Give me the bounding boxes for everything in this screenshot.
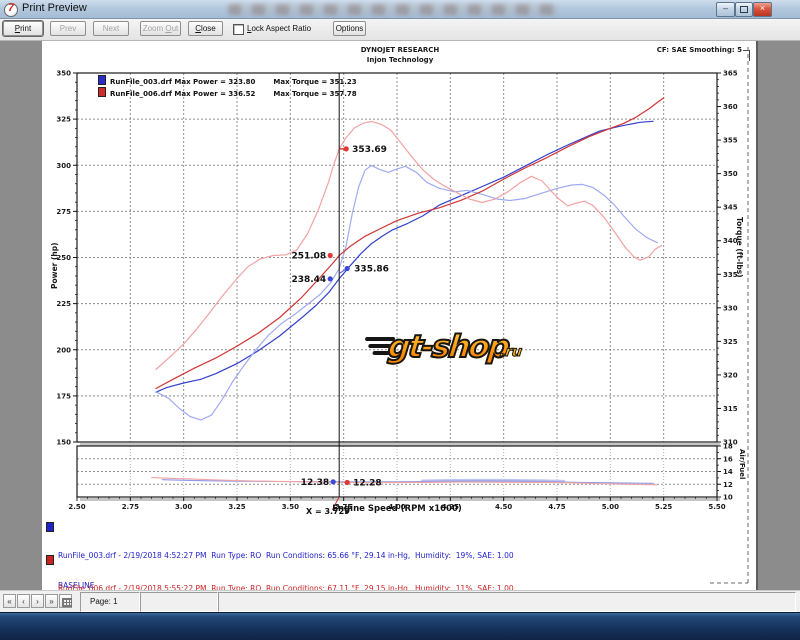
svg-text:200: 200 <box>56 346 71 354</box>
svg-text:315: 315 <box>723 405 738 413</box>
print-button[interactable]: Print <box>3 21 43 36</box>
goto-page-button[interactable] <box>59 594 72 608</box>
page-indicator: Page: 1 <box>90 597 118 606</box>
svg-text:2.50: 2.50 <box>68 503 85 511</box>
print-label: rint <box>20 24 32 33</box>
svg-text:225: 225 <box>56 300 71 308</box>
taskbar: e 7 ▲ <box>0 612 800 640</box>
svg-text:320: 320 <box>723 371 738 379</box>
run-swatch-red <box>46 555 54 565</box>
af-axis-title: Air/Fuel <box>738 449 746 480</box>
zoom-out-button[interactable]: Zoom Out <box>140 21 181 36</box>
minimize-button[interactable]: – <box>716 2 735 17</box>
legend-row-runfile006: RunFile_006.drf Max Power = 336.52 Max To… <box>98 87 357 98</box>
status-panel <box>218 592 796 612</box>
svg-text:275: 275 <box>56 208 71 216</box>
toolbar: Print Prev Next Zoom Out Close Lock Aspe… <box>0 19 800 41</box>
legend-swatch-red <box>98 87 106 97</box>
title-bar[interactable]: 7 Print Preview – × <box>0 0 800 19</box>
watermark-text: gt-shop <box>385 328 511 366</box>
torque-axis-title: Torque (ft-lbs) <box>735 217 744 278</box>
runfile_003-torque-curve <box>155 164 658 421</box>
svg-text:14: 14 <box>723 468 733 476</box>
first-page-button[interactable]: « <box>3 594 16 608</box>
svg-text:12.28: 12.28 <box>353 478 381 488</box>
svg-text:330: 330 <box>723 304 738 312</box>
lock-aspect-label: Lock Aspect Ratio <box>247 24 311 33</box>
legend-row-runfile003: RunFile_003.drf Max Power = 323.80 Max To… <box>98 75 357 86</box>
options-button[interactable]: Options <box>333 21 366 36</box>
gridlines <box>77 73 717 497</box>
legend-swatch-blue <box>98 75 106 85</box>
restore-button[interactable] <box>735 2 753 17</box>
zoom-out-label-rest: ut <box>171 24 179 33</box>
svg-text:4.75: 4.75 <box>548 503 565 511</box>
svg-text:350: 350 <box>723 170 738 178</box>
close-preview-button[interactable]: Close <box>188 21 223 36</box>
svg-text:353.69: 353.69 <box>352 145 387 155</box>
window-title: Print Preview <box>22 2 87 14</box>
svg-text:3.00: 3.00 <box>175 503 192 511</box>
svg-text:360: 360 <box>723 103 738 111</box>
legend-text: RunFile_006.drf Max Power = 336.52 <box>110 90 256 98</box>
run-swatch-blue <box>46 522 54 532</box>
print-preview-window: 7 Print Preview – × Print Prev Next Zoom… <box>0 0 800 640</box>
legend: RunFile_003.drf Max Power = 323.80 Max To… <box>98 75 357 98</box>
close-window-button[interactable]: × <box>753 2 772 17</box>
app-icon: 7 <box>4 2 18 17</box>
value-markers: 353.69 251.08 335.86 238.44 12.38 12.28 <box>291 145 388 489</box>
svg-text:365: 365 <box>723 70 738 78</box>
svg-text:16: 16 <box>723 455 733 463</box>
svg-text:5.50: 5.50 <box>708 503 725 511</box>
prev-page-button[interactable]: ‹ <box>17 594 30 608</box>
watermark-suffix: .ru <box>498 344 523 361</box>
status-bar: « ‹ › » Page: 1 <box>0 590 800 613</box>
svg-text:4.50: 4.50 <box>495 503 512 511</box>
preview-area: DYNOJET RESEARCH Injon Technology CF: SA… <box>0 41 800 623</box>
power-axis-title: Power (hp) <box>50 242 59 289</box>
svg-text:3.25: 3.25 <box>228 503 245 511</box>
legend-torque: Max Torque = 357.78 <box>273 90 357 98</box>
svg-text:150: 150 <box>56 439 71 447</box>
svg-text:350: 350 <box>56 70 71 78</box>
svg-text:10: 10 <box>723 494 733 502</box>
cursor-x-readout: X = 3.729 <box>306 507 350 514</box>
svg-text:325: 325 <box>723 338 738 346</box>
svg-text:345: 345 <box>723 204 738 212</box>
svg-text:325: 325 <box>56 116 71 124</box>
svg-text:175: 175 <box>56 392 71 400</box>
svg-text:238.44: 238.44 <box>291 275 326 285</box>
svg-text:12.38: 12.38 <box>301 478 329 488</box>
lock-label-rest: ock Aspect Ratio <box>251 24 312 33</box>
svg-text:18: 18 <box>723 443 733 451</box>
status-panel <box>140 592 218 612</box>
svg-text:2.75: 2.75 <box>122 503 139 511</box>
report-page: DYNOJET RESEARCH Injon Technology CF: SA… <box>42 41 756 623</box>
dyno-curves <box>151 97 665 486</box>
grid-icon <box>62 598 72 607</box>
svg-text:3.50: 3.50 <box>282 503 299 511</box>
lock-aspect-checkbox[interactable] <box>233 24 244 35</box>
last-page-button[interactable]: » <box>45 594 58 608</box>
svg-text:335.86: 335.86 <box>354 265 389 275</box>
legend-torque: Max Torque = 351.23 <box>273 78 357 86</box>
svg-text:251.08: 251.08 <box>291 252 326 262</box>
next-button[interactable]: Next <box>93 21 129 36</box>
svg-text:300: 300 <box>56 162 71 170</box>
svg-text:5.25: 5.25 <box>655 503 672 511</box>
svg-text:355: 355 <box>723 137 738 145</box>
restore-icon <box>740 6 748 13</box>
zoom-out-label-pre: Zoom <box>142 24 166 33</box>
next-page-button[interactable]: › <box>31 594 44 608</box>
gt-shop-watermark: gt-shop .ru <box>362 327 537 371</box>
svg-text:5.00: 5.00 <box>602 503 619 511</box>
svg-text:12: 12 <box>723 481 733 489</box>
prev-button[interactable]: Prev <box>50 21 86 36</box>
close-label: lose <box>201 24 216 33</box>
redacted-title-text <box>228 4 558 15</box>
legend-text: RunFile_003.drf Max Power = 323.80 <box>110 78 256 86</box>
